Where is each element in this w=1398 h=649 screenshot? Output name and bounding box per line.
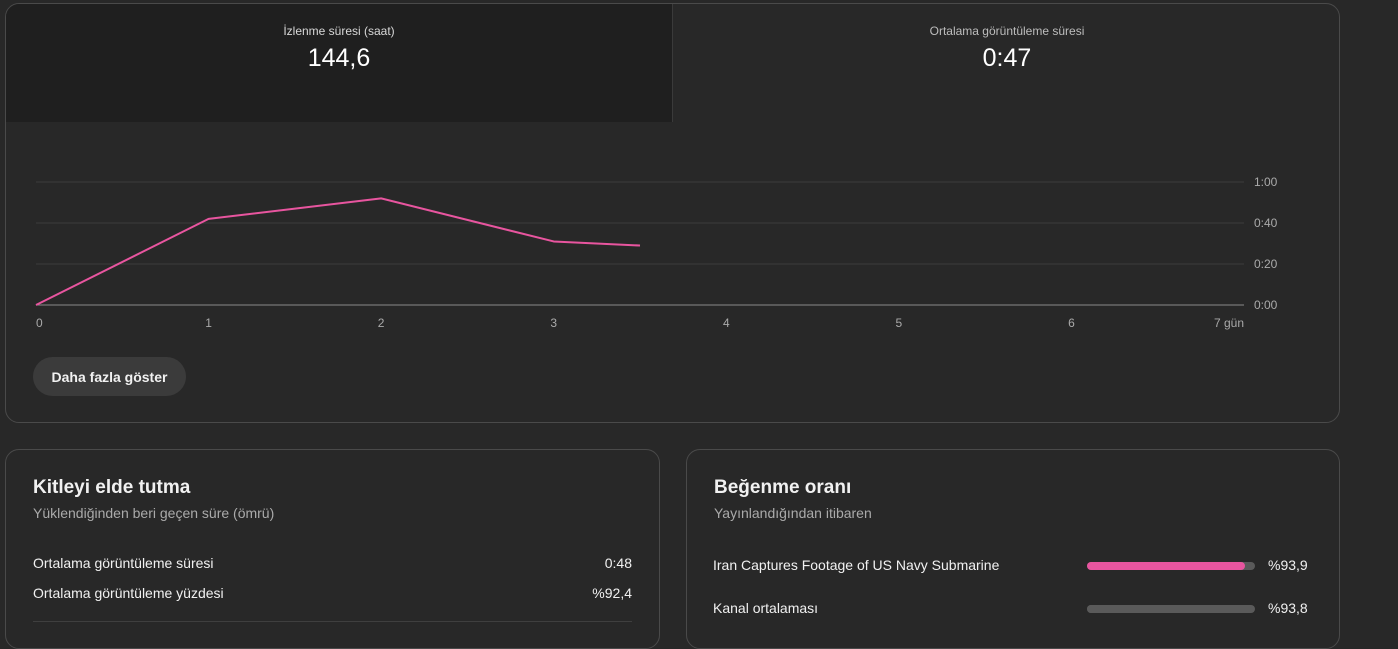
stat-label: Ortalama görüntüleme süresi (33, 555, 214, 571)
show-more-button[interactable]: Daha fazla göster (33, 357, 186, 396)
metric-tab-watch-time[interactable]: İzlenme süresi (saat) 144,6 (6, 4, 673, 122)
like-row-label: Kanal ortalaması (713, 600, 818, 616)
stat-row: Ortalama görüntüleme yüzdesi %92,4 (33, 585, 632, 601)
like-ratio-card: Beğenme oranı Yayınlandığından itibaren … (686, 449, 1340, 649)
metric-value: 0:47 (673, 44, 1340, 73)
x-tick-label: 1 (205, 316, 212, 330)
metric-value: 144,6 (6, 44, 672, 73)
metric-label: Ortalama görüntüleme süresi (673, 24, 1340, 38)
y-tick-label: 0:20 (1254, 257, 1278, 271)
like-ratio-value: %93,8 (1268, 600, 1308, 616)
overview-card: İzlenme süresi (saat) 144,6 Ortalama gör… (5, 3, 1340, 423)
divider (33, 621, 632, 622)
stat-row: Ortalama görüntüleme süresi 0:48 (33, 555, 632, 571)
line-chart: 0:00 0:20 0:40 1:00 0 1 2 3 4 5 6 7 gün (6, 129, 1306, 344)
y-tick-label: 1:00 (1254, 175, 1278, 189)
like-ratio-row-channel-average: Kanal ortalaması %93,8 (713, 600, 1304, 616)
like-ratio-row-video: Iran Captures Footage of US Navy Submari… (713, 557, 1304, 573)
card-title: Beğenme oranı (714, 477, 851, 499)
stat-value: %92,4 (592, 585, 632, 601)
stat-value: 0:48 (605, 555, 632, 571)
x-tick-label: 3 (550, 316, 557, 330)
y-tick-label: 0:40 (1254, 216, 1278, 230)
card-subtitle: Yayınlandığından itibaren (714, 505, 872, 521)
x-tick-label: 6 (1068, 316, 1075, 330)
x-tick-label: 5 (896, 316, 903, 330)
x-tick-label: 0 (36, 316, 43, 330)
audience-retention-card: Kitleyi elde tutma Yüklendiğinden beri g… (5, 449, 660, 649)
x-tick-label: 7 gün (1214, 316, 1244, 330)
like-ratio-bar-fill (1087, 562, 1245, 570)
like-row-label: Iran Captures Footage of US Navy Submari… (713, 557, 999, 573)
x-tick-label: 4 (723, 316, 730, 330)
card-title: Kitleyi elde tutma (33, 477, 190, 499)
card-subtitle: Yüklendiğinden beri geçen süre (ömrü) (33, 505, 274, 521)
x-tick-label: 2 (378, 316, 385, 330)
like-ratio-value: %93,9 (1268, 557, 1308, 573)
y-tick-label: 0:00 (1254, 298, 1278, 312)
like-ratio-bar (1087, 605, 1255, 613)
like-ratio-bar-fill (1087, 605, 1245, 613)
metric-tab-avg-view-duration[interactable]: Ortalama görüntüleme süresi 0:47 (673, 4, 1340, 122)
stat-label: Ortalama görüntüleme yüzdesi (33, 585, 224, 601)
like-ratio-bar (1087, 562, 1255, 570)
series-line (36, 198, 640, 305)
metric-label: İzlenme süresi (saat) (6, 24, 672, 38)
